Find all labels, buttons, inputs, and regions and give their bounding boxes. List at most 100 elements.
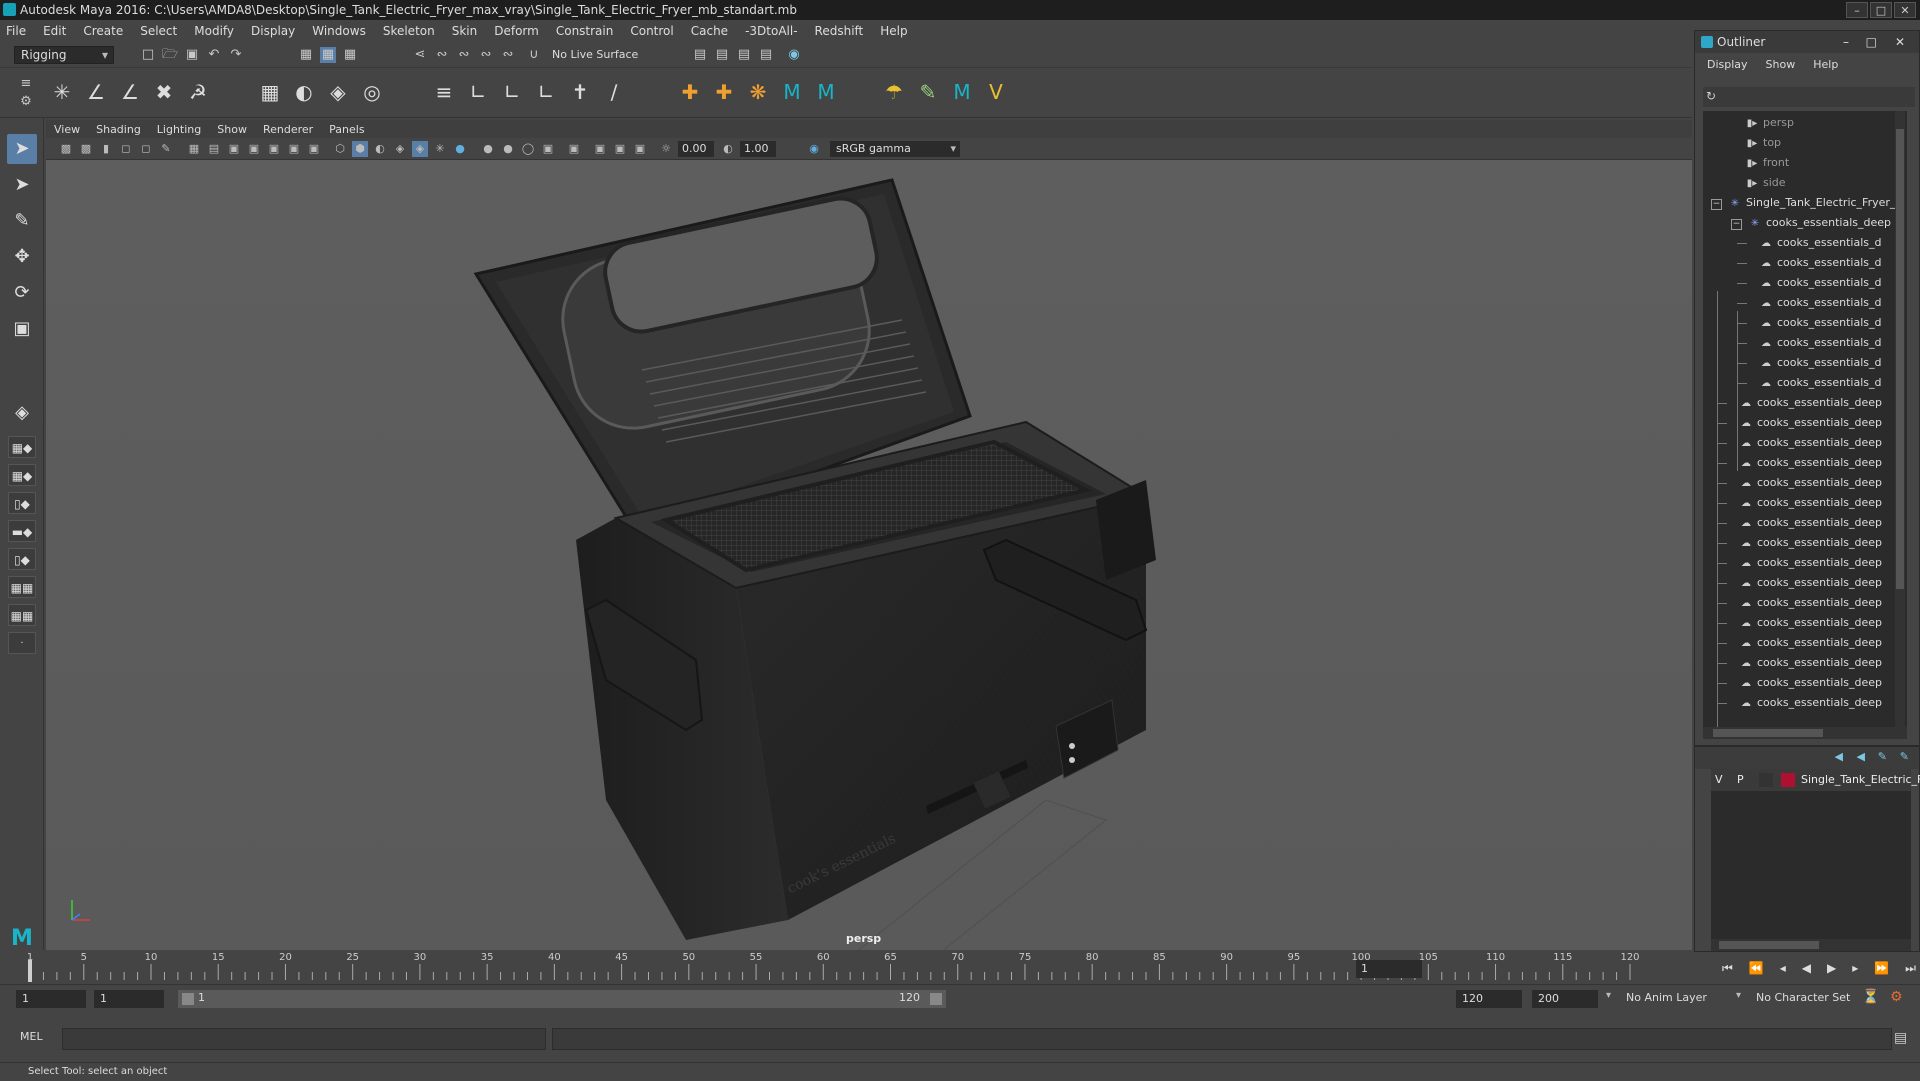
outliner-item-child[interactable]: ☁ cooks_essentials_d (1759, 273, 1881, 293)
layout-two-side-icon[interactable]: ▯◆ (8, 492, 36, 514)
outliner-horizontal-scrollbar[interactable] (1703, 727, 1907, 739)
gamma-icon[interactable]: ◐ (720, 141, 736, 157)
snap-curve-icon[interactable]: ∾ (434, 47, 450, 63)
maximize-button[interactable]: □ (1870, 2, 1892, 18)
outliner-item-child[interactable]: ☁ cooks_essentials_d (1759, 293, 1881, 313)
menu-display[interactable]: Display (251, 24, 295, 38)
viewport-menu-lighting[interactable]: Lighting (157, 123, 201, 136)
character-set-chevron-icon[interactable]: ▾ (1736, 990, 1741, 1001)
ik-handle-icon[interactable]: ∠ (82, 78, 110, 106)
grease-pencil-icon[interactable]: ✎ (158, 141, 174, 157)
layout-two-stacked-icon[interactable]: ▬◆ (8, 520, 36, 542)
close-button[interactable]: ✕ (1894, 2, 1916, 18)
layer-move-down-icon[interactable]: ◀ (1857, 750, 1865, 763)
menu-select[interactable]: Select (140, 24, 177, 38)
playback-start-field[interactable]: 1 (94, 990, 164, 1008)
layout-persp-outliner-icon[interactable]: ▦▦ (8, 576, 36, 598)
snap-point-icon[interactable]: ∾ (456, 47, 472, 63)
layout-more-icon[interactable]: · (8, 632, 36, 654)
outliner-item-sibling[interactable]: ☁ cooks_essentials_deep (1739, 493, 1882, 513)
lights-icon[interactable]: ◈ (412, 141, 428, 157)
aim-constraint-icon[interactable]: M (778, 78, 806, 106)
layout-single-icon[interactable]: ▦◆ (8, 436, 36, 458)
vray-icon[interactable]: V (982, 78, 1010, 106)
menu-edit[interactable]: Edit (43, 24, 66, 38)
outliner-menu-help[interactable]: Help (1813, 58, 1838, 71)
outliner-item-child[interactable]: ☁ cooks_essentials_d (1759, 253, 1881, 273)
viewport-menu-view[interactable]: View (54, 123, 80, 136)
outliner-item-sibling[interactable]: ☁ cooks_essentials_deep (1739, 653, 1882, 673)
set-key-icon[interactable]: ☂ (880, 78, 908, 106)
hypershade-icon[interactable]: ◉ (786, 47, 802, 63)
xray-active-icon[interactable]: ▣ (612, 141, 628, 157)
layer-horizontal-scrollbar[interactable] (1711, 939, 1911, 951)
menu-help[interactable]: Help (880, 24, 907, 38)
anim-layer-dropdown[interactable]: No Anim Layer (1626, 991, 1707, 1004)
layer-playback-toggle[interactable]: P (1737, 769, 1744, 791)
shadows-icon[interactable]: ✳ (432, 141, 448, 157)
textured-icon[interactable]: ◈ (392, 141, 408, 157)
grid-icon[interactable]: ▦ (186, 141, 202, 157)
ik-spline-icon[interactable]: ∠ (116, 78, 144, 106)
outliner-maximize-button[interactable]: □ (1866, 31, 1877, 53)
layer-move-up-icon[interactable]: ◀ (1835, 750, 1843, 763)
exposure-field[interactable]: 0.00 (678, 141, 714, 157)
current-frame-field[interactable]: 1 (1356, 960, 1422, 978)
minimize-button[interactable]: – (1846, 2, 1868, 18)
menu-file[interactable]: File (6, 24, 26, 38)
safe-title-icon[interactable]: ▣ (306, 141, 322, 157)
outliner-item-child[interactable]: ☁ cooks_essentials_d (1759, 233, 1881, 253)
menu-deform[interactable]: Deform (494, 24, 539, 38)
scrollbar-thumb[interactable] (1719, 941, 1819, 949)
step-forward-frame-icon[interactable]: ▸ (1852, 958, 1858, 978)
outliner-item-sibling[interactable]: ☁ cooks_essentials_deep (1739, 393, 1882, 413)
xray-joints-icon[interactable]: ▣ (592, 141, 608, 157)
select-camera-icon[interactable]: ▩ (58, 141, 74, 157)
scale-tool-icon[interactable]: ▣ (7, 314, 37, 344)
outliner-close-button[interactable]: ✕ (1895, 31, 1905, 53)
safe-action-icon[interactable]: ▣ (286, 141, 302, 157)
new-scene-icon[interactable]: □ (140, 47, 156, 63)
collapse-icon[interactable]: − (1711, 199, 1722, 210)
menu-skeleton[interactable]: Skeleton (383, 24, 435, 38)
step-forward-key-icon[interactable]: ⏩ (1874, 958, 1889, 978)
rotate-tool-icon[interactable]: ⟳ (7, 278, 37, 308)
outliner-item-sibling[interactable]: ☁ cooks_essentials_deep (1739, 633, 1882, 653)
step-back-frame-icon[interactable]: ◂ (1780, 958, 1786, 978)
outliner-item-root[interactable]: − ✳ Single_Tank_Electric_Fryer_ (1711, 193, 1895, 213)
outliner-item-sibling[interactable]: ☁ cooks_essentials_deep (1739, 453, 1882, 473)
render-settings-icon[interactable]: ▤ (692, 47, 708, 63)
outliner-item-child[interactable]: ☁ cooks_essentials_d (1759, 313, 1881, 333)
outliner-item-sibling[interactable]: ☁ cooks_essentials_deep (1739, 553, 1882, 573)
anim-layer-chevron-icon[interactable]: ▾ (1606, 990, 1611, 1001)
move-tool-icon[interactable]: ✥ (7, 242, 37, 272)
outliner-item-side[interactable]: ▮▸ side (1745, 173, 1786, 193)
outliner-item-sibling[interactable]: ☁ cooks_essentials_deep (1739, 433, 1882, 453)
orient-constraint-icon[interactable]: ❋ (744, 78, 772, 106)
wireframe-on-shaded-icon[interactable]: ◐ (372, 141, 388, 157)
insert-joint-icon[interactable]: ✖ (150, 78, 178, 106)
outliner-item-sibling[interactable]: ☁ cooks_essentials_deep (1739, 613, 1882, 633)
film-gate-icon[interactable]: ▤ (206, 141, 222, 157)
isolate-select-icon[interactable]: ▣ (566, 141, 582, 157)
outliner-item-group[interactable]: − ✳ cooks_essentials_deep (1731, 213, 1891, 233)
outliner-item-sibling[interactable]: ☁ cooks_essentials_deep (1739, 473, 1882, 493)
gate-mask-icon[interactable]: ▣ (246, 141, 262, 157)
outliner-item-sibling[interactable]: ☁ cooks_essentials_deep (1739, 513, 1882, 533)
menu-skin[interactable]: Skin (452, 24, 478, 38)
select-object-icon[interactable]: ▦ (320, 47, 336, 63)
script-editor-icon[interactable]: ▤ (1894, 1030, 1907, 1046)
select-hierarchy-icon[interactable]: ▦ (298, 47, 314, 63)
new-layer-selected-icon[interactable]: ✎ (1900, 750, 1909, 763)
xray-icon[interactable]: ● (452, 141, 468, 157)
layout-four-icon[interactable]: ▦◆ (8, 464, 36, 486)
view-transform-dropdown[interactable]: sRGB gamma (830, 141, 960, 157)
paint-select-tool-icon[interactable]: ✎ (7, 206, 37, 236)
smooth-bind-icon[interactable]: ∟ (464, 78, 492, 106)
viewport-menu-shading[interactable]: Shading (96, 123, 141, 136)
ambient-occlusion-icon[interactable]: ● (480, 141, 496, 157)
bind-skin-icon[interactable]: ≡ (430, 78, 458, 106)
new-empty-layer-icon[interactable]: ✎ (1878, 750, 1887, 763)
outliner-item-child[interactable]: ☁ cooks_essentials_d (1759, 333, 1881, 353)
range-end-handle[interactable] (930, 993, 942, 1005)
